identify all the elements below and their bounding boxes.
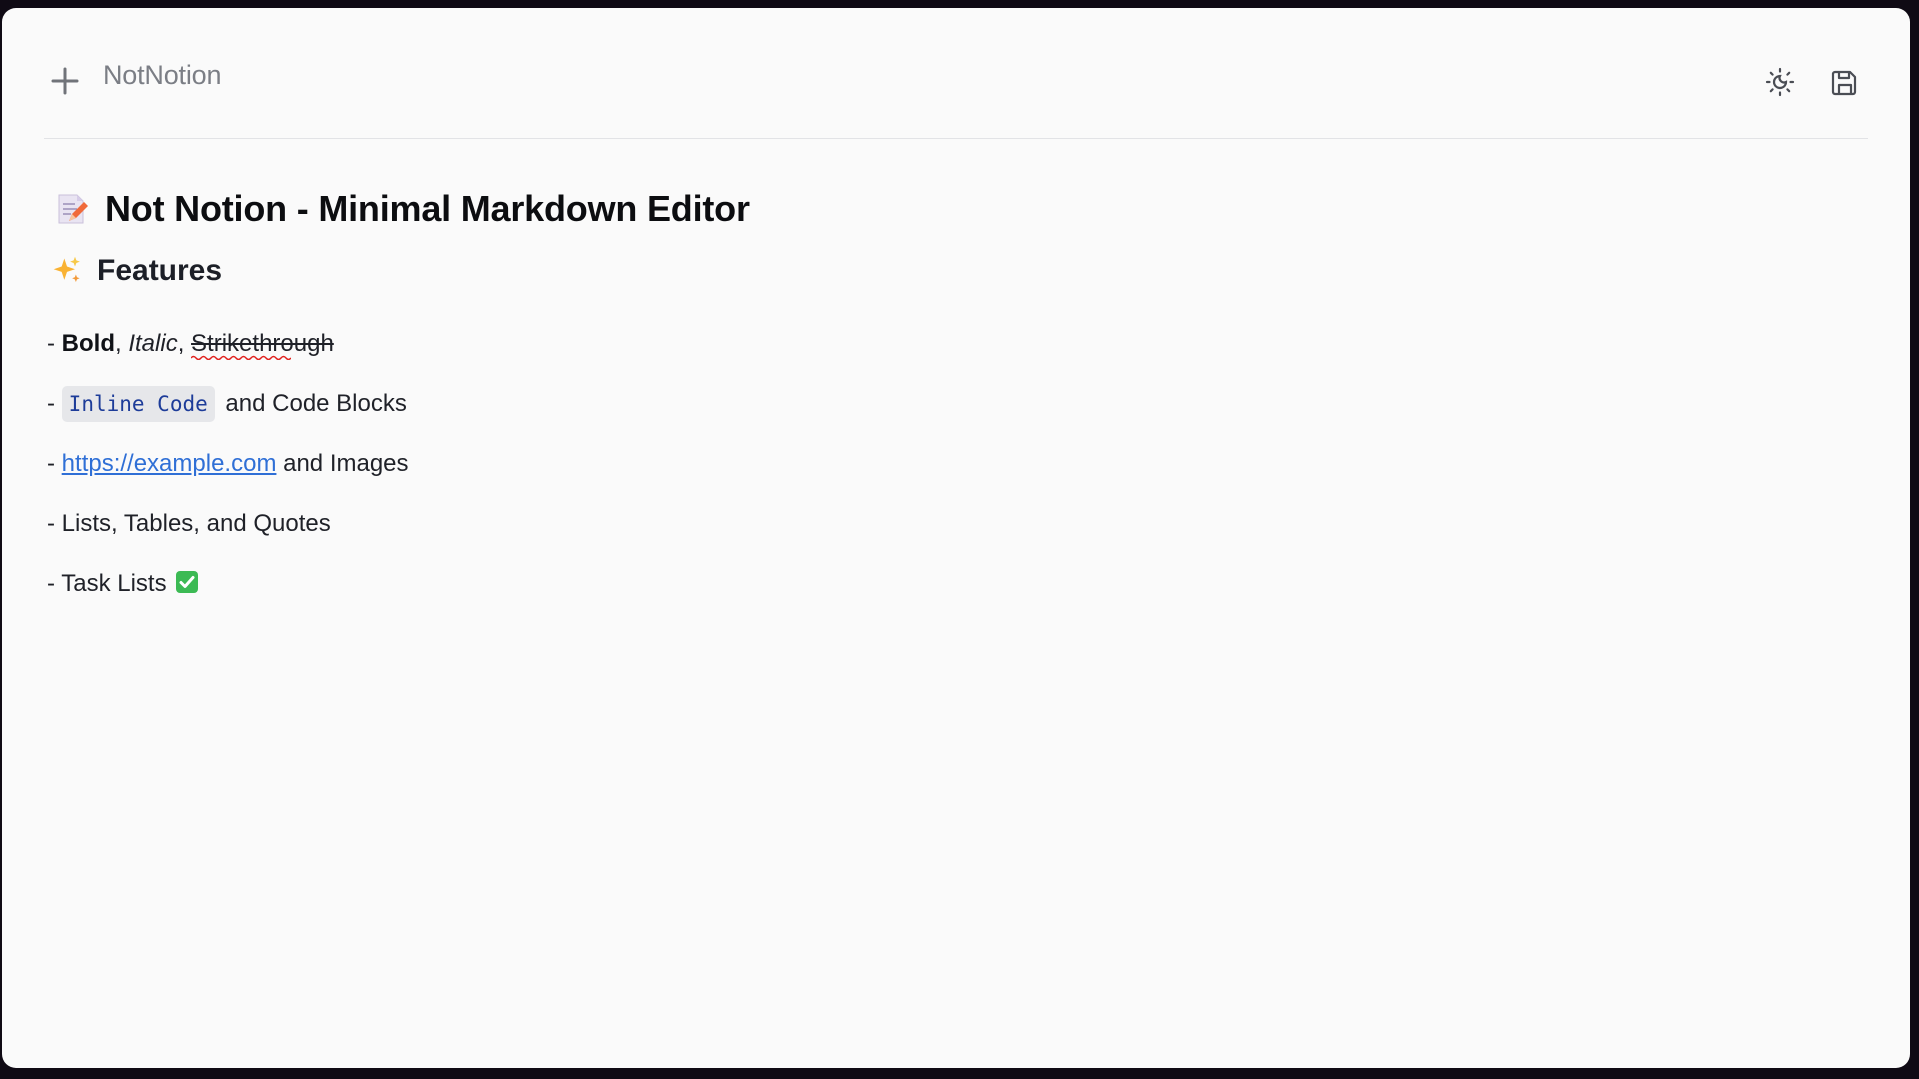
sun-moon-icon <box>1765 67 1795 97</box>
heading-1: Not Notion - Minimal Markdown Editor <box>53 188 750 230</box>
list-dash: - <box>47 450 62 477</box>
sparkles-emoji-icon <box>53 256 80 283</box>
separator: , <box>177 330 192 357</box>
app-window: NotNotion Not Notion - Minimal Markdown … <box>2 8 1910 1068</box>
tasks-line-text: - Task Lists <box>47 570 167 597</box>
example-link[interactable]: https://example.com <box>62 450 277 477</box>
feature-line-links: - https://example.com and Images <box>47 448 409 480</box>
save-button[interactable] <box>1827 64 1863 100</box>
markdown-editor[interactable]: Not Notion - Minimal Markdown Editor Fea… <box>47 188 1850 1048</box>
save-icon <box>1831 70 1857 96</box>
app-title: NotNotion <box>103 60 222 90</box>
top-bar: NotNotion <box>44 8 1868 139</box>
feature-line-code: - Inline Code and Code Blocks <box>47 386 407 422</box>
spellcheck-squiggle <box>191 355 292 360</box>
separator: , <box>115 330 129 357</box>
feature-line-formatting: - Bold, Italic, Strikethrough <box>47 328 334 360</box>
theme-toggle-button[interactable] <box>1762 64 1798 100</box>
links-line-text: and Images <box>276 450 409 477</box>
heading-2: Features <box>51 254 222 288</box>
check-mark-emoji-icon <box>175 571 198 593</box>
plus-icon <box>51 67 79 95</box>
feature-line-lists: - Lists, Tables, and Quotes <box>47 508 331 540</box>
code-line-text: and Code Blocks <box>225 390 407 417</box>
strikethrough-text: Strikethrough <box>191 330 334 360</box>
list-dash: - <box>47 330 62 357</box>
strikethrough-label: Strikethrough <box>191 330 334 357</box>
bold-text: Bold <box>61 330 115 357</box>
feature-line-tasks: - Task Lists <box>47 568 199 600</box>
inline-code: Inline Code <box>61 386 215 422</box>
memo-emoji-icon <box>58 194 88 224</box>
heading-1-text: Not Notion - Minimal Markdown Editor <box>105 188 750 229</box>
lists-line-text: - Lists, Tables, and Quotes <box>47 510 331 537</box>
new-document-button[interactable] <box>48 64 82 98</box>
list-dash: - <box>47 390 62 417</box>
italic-text: Italic <box>128 330 178 357</box>
heading-2-text: Features <box>97 254 223 287</box>
